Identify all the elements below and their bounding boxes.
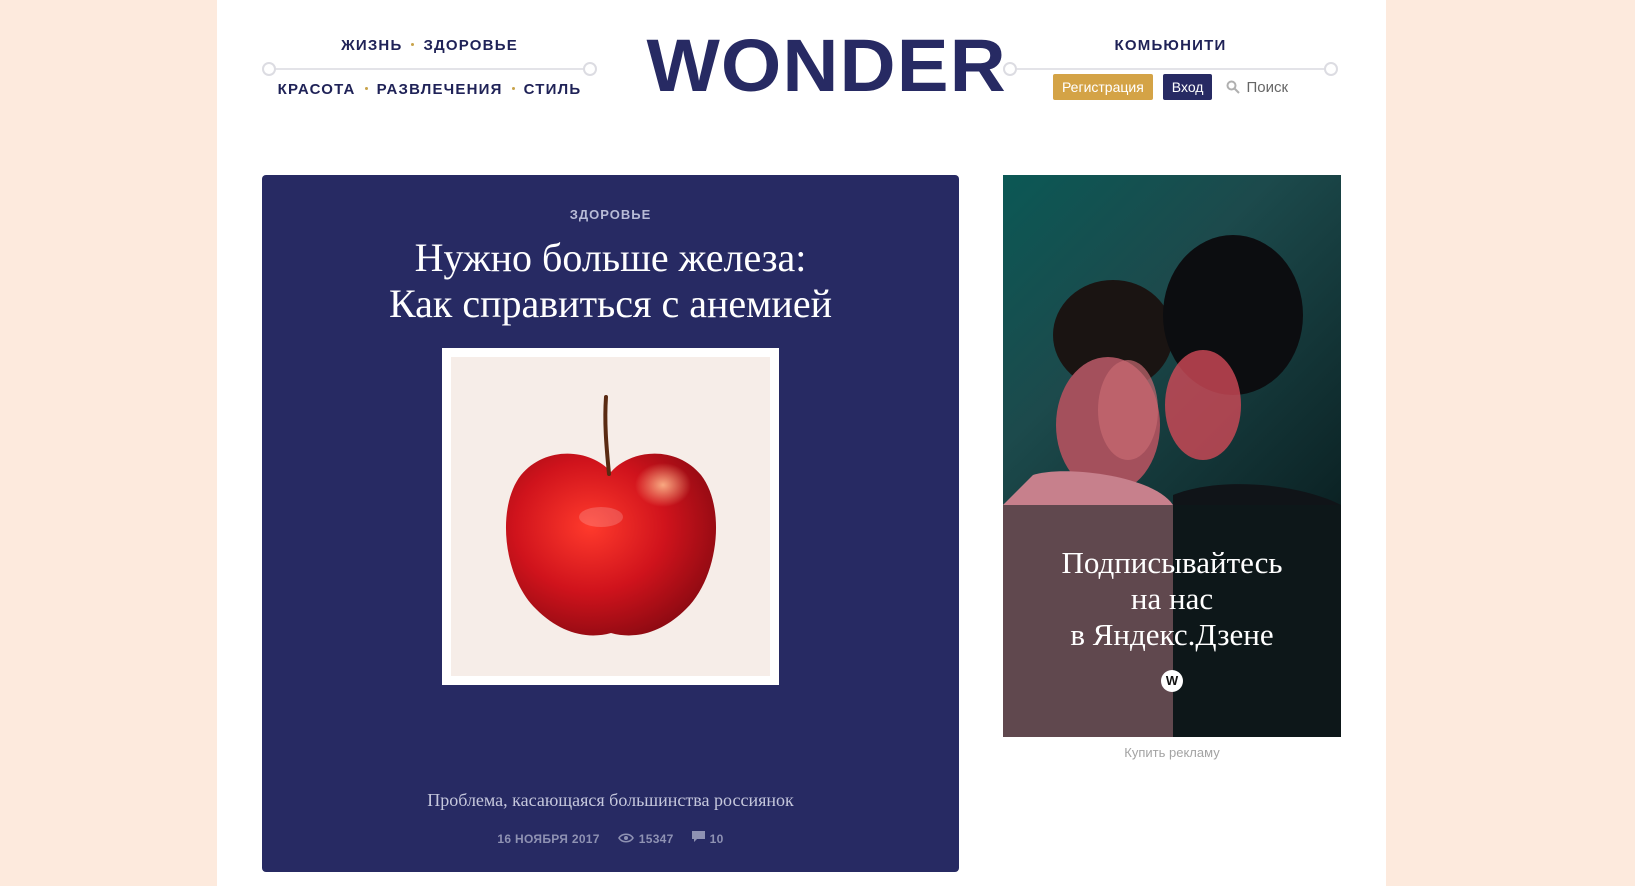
search-placeholder: Поиск: [1246, 78, 1289, 96]
feature-article-card[interactable]: ЗДОРОВЬЕ Нужно больше железа: Как справи…: [262, 175, 959, 872]
comments-count[interactable]: 10: [691, 831, 724, 846]
nav-link-beauty[interactable]: КРАСОТА: [278, 81, 356, 98]
article-meta: 16 НОЯБРЯ 2017 15347 10: [262, 831, 959, 846]
article-title-line2: Как справиться с анемией: [389, 281, 832, 326]
nav-row-top-right: КОМЬЮНИТИ: [1003, 37, 1338, 54]
search-icon: [1226, 80, 1241, 94]
nav-separator: [411, 43, 415, 47]
site-logo[interactable]: WONDER: [647, 28, 1006, 104]
ad-headline: Подписывайтесь на нас в Яндекс.Дзене: [1003, 545, 1341, 653]
article-category[interactable]: ЗДОРОВЬЕ: [262, 207, 959, 222]
register-button[interactable]: Регистрация: [1052, 74, 1153, 100]
auth-row: Регистрация Вход Поиск: [1003, 74, 1338, 100]
apple-image: [451, 357, 770, 676]
nav-divider-line: [1009, 68, 1332, 70]
comment-icon: [691, 831, 705, 846]
nav-separator: [511, 87, 515, 91]
views-count: 15347: [617, 831, 674, 846]
nav-left: ЖИЗНЬ ЗДОРОВЬЕ КРАСОТА РАЗВЛЕЧЕНИЯ СТИЛЬ: [262, 0, 597, 110]
nav-separator: [364, 87, 368, 91]
article-date: 16 НОЯБРЯ 2017: [497, 831, 600, 846]
ad-banner[interactable]: Подписывайтесь на нас в Яндекс.Дзене W: [1003, 175, 1341, 737]
search-field[interactable]: Поиск: [1226, 79, 1288, 96]
comments-value: 10: [709, 831, 724, 846]
nav-divider-line: [268, 68, 591, 70]
article-title-line1: Нужно больше железа:: [414, 235, 807, 280]
nav-row-bottom: КРАСОТА РАЗВЛЕЧЕНИЯ СТИЛЬ: [262, 81, 597, 98]
article-title[interactable]: Нужно больше железа: Как справиться с ан…: [282, 235, 939, 327]
ad-headline-line1: Подписывайтесь: [1061, 545, 1283, 580]
nav-link-life[interactable]: ЖИЗНЬ: [341, 37, 402, 54]
nav-divider-dot: [262, 62, 276, 76]
buy-ad-link[interactable]: Купить рекламу: [1003, 745, 1341, 760]
nav-row-top: ЖИЗНЬ ЗДОРОВЬЕ: [262, 37, 597, 54]
ad-headline-line3: в Яндекс.Дзене: [1070, 617, 1274, 652]
ad-headline-line2: на нас: [1130, 581, 1214, 616]
page-container: ЖИЗНЬ ЗДОРОВЬЕ КРАСОТА РАЗВЛЕЧЕНИЯ СТИЛЬ WO…: [217, 0, 1386, 886]
login-button[interactable]: Вход: [1162, 74, 1213, 100]
nav-link-style[interactable]: СТИЛЬ: [524, 81, 582, 98]
nav-link-entertainment[interactable]: РАЗВЛЕЧЕНИЯ: [377, 81, 503, 98]
article-subtitle: Проблема, касающаяся большинства россиян…: [427, 790, 794, 810]
nav-right: КОМЬЮНИТИ Регистрация Вход Поиск: [1003, 0, 1338, 110]
article-image[interactable]: [442, 348, 779, 685]
nav-link-community[interactable]: КОМЬЮНИТИ: [1115, 37, 1227, 54]
ad-logo-icon: W: [1161, 670, 1183, 692]
nav-link-health[interactable]: ЗДОРОВЬЕ: [423, 37, 517, 54]
eye-icon: [617, 832, 634, 846]
views-value: 15347: [638, 831, 674, 846]
nav-divider-dot: [583, 62, 597, 76]
